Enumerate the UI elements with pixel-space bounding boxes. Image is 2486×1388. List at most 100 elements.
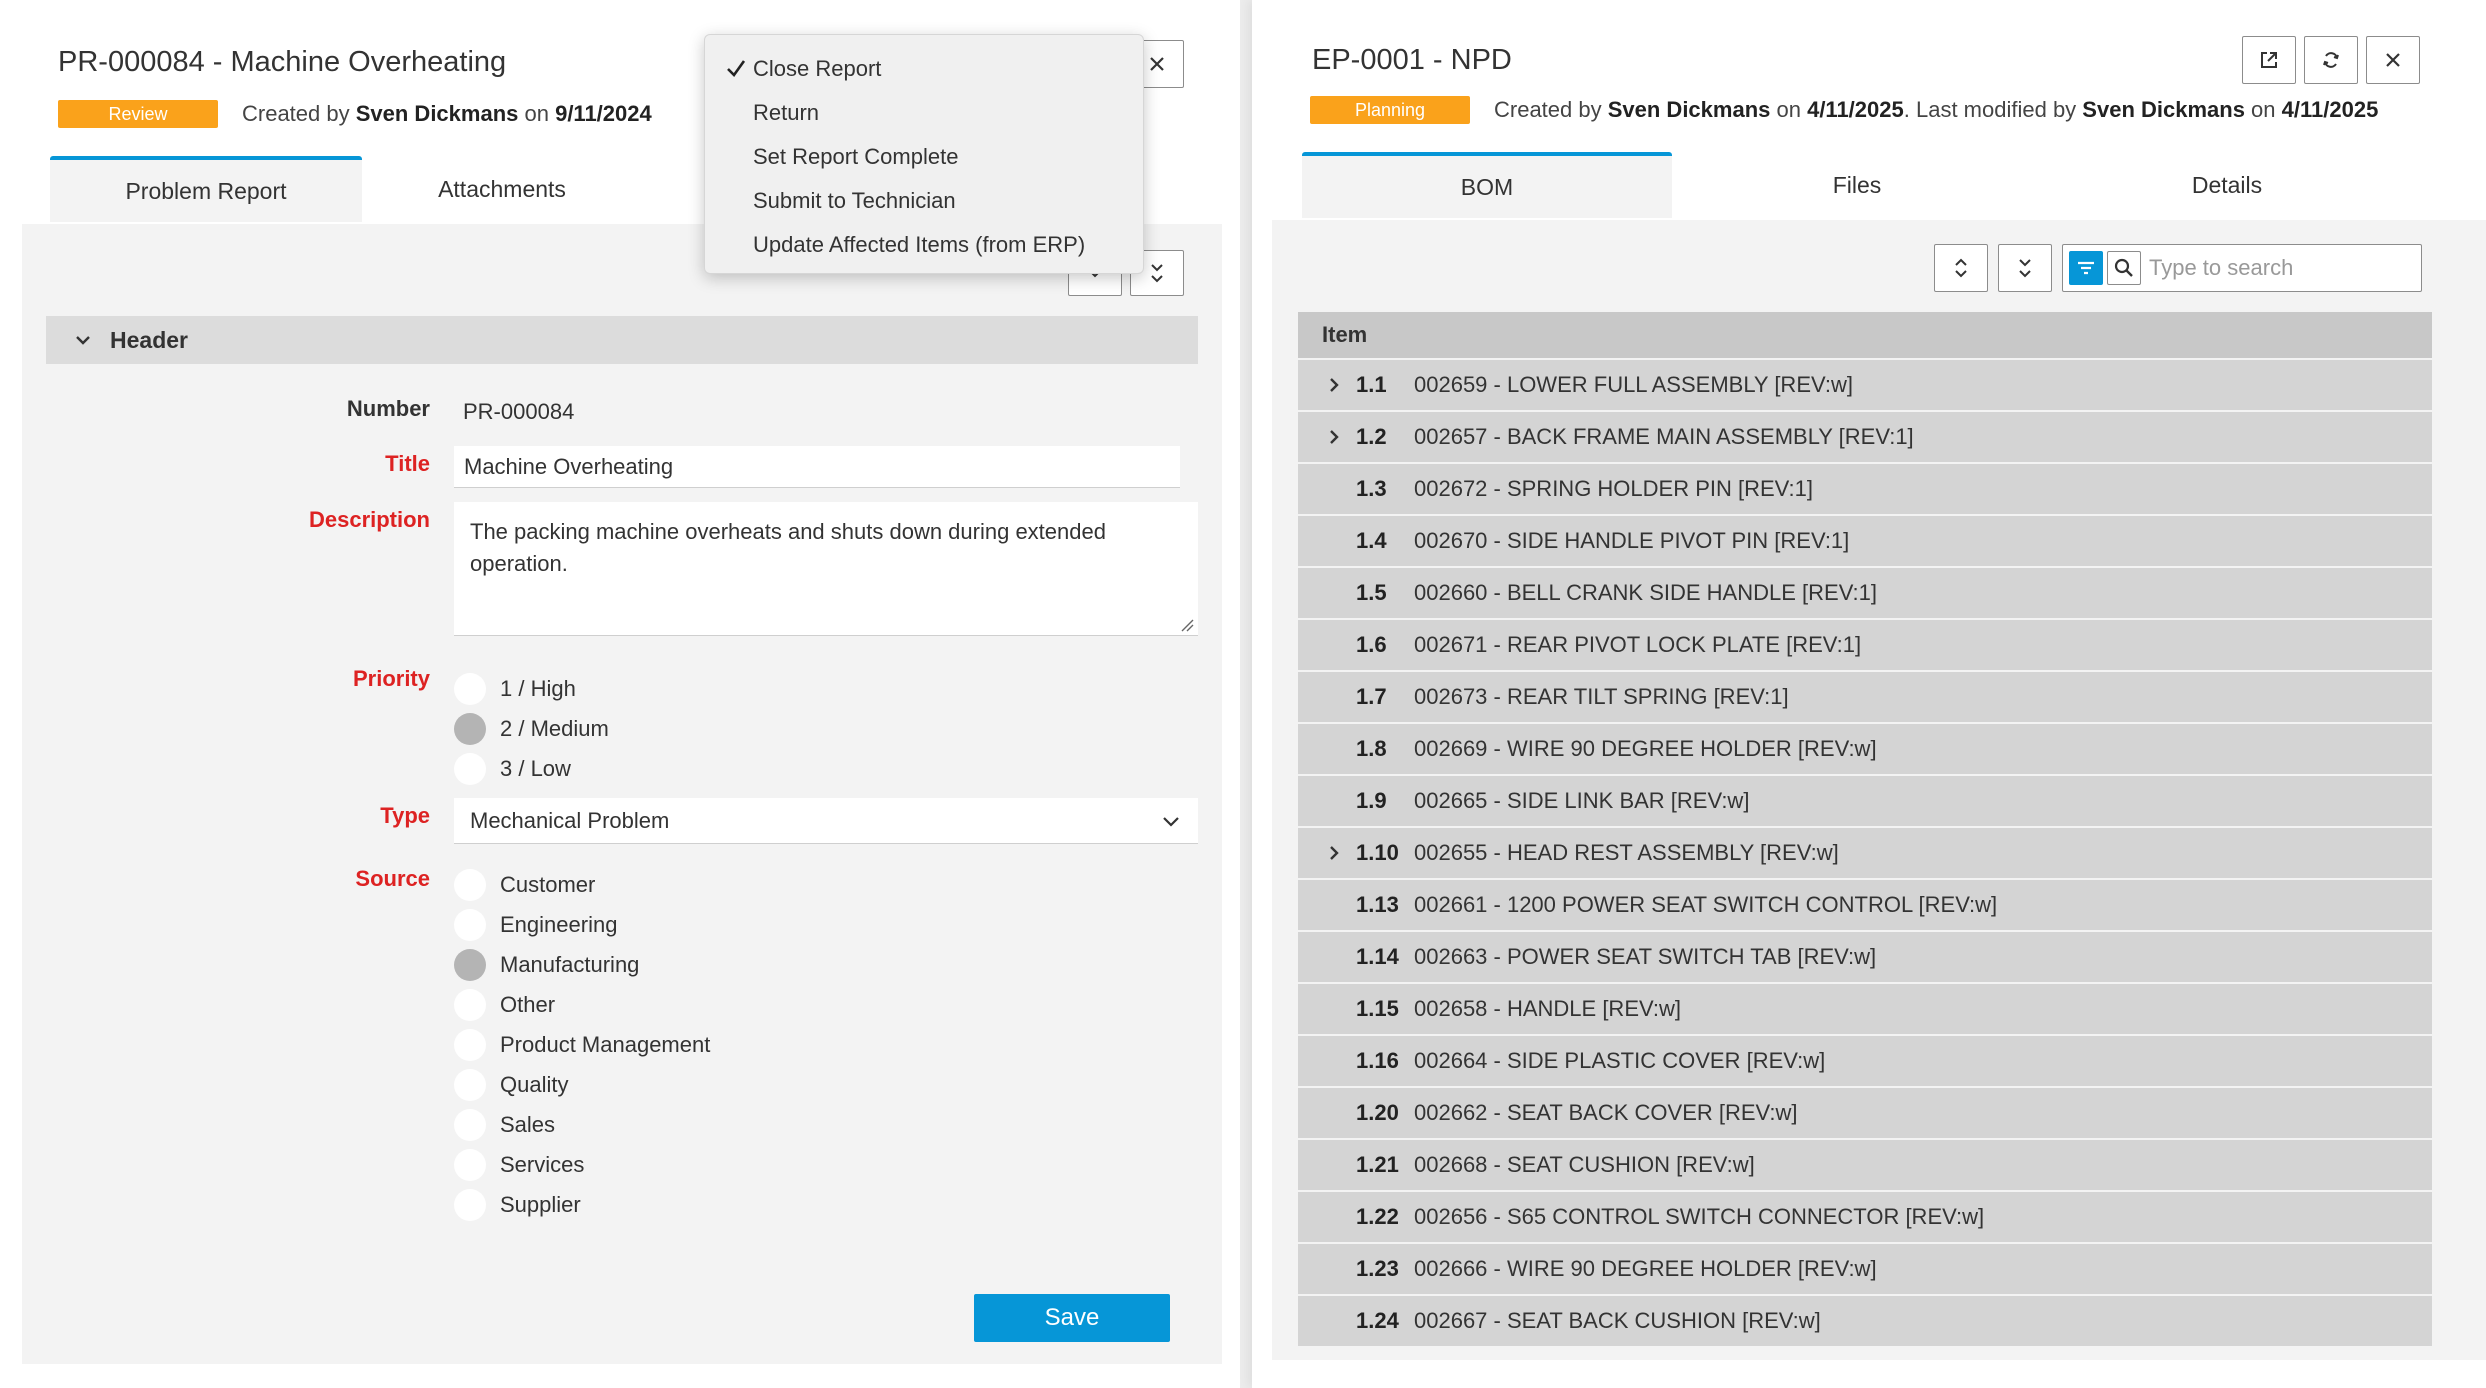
- source-option[interactable]: Supplier: [454, 1188, 581, 1222]
- collapse-all-button[interactable]: [1998, 244, 2052, 292]
- expand-all-button[interactable]: [1934, 244, 1988, 292]
- radio-button[interactable]: [454, 673, 486, 705]
- item-number: 1.8: [1356, 736, 1387, 761]
- table-row[interactable]: 1.10 002655 - HEAD REST ASSEMBLY [REV:w]: [1298, 828, 2432, 878]
- source-option[interactable]: Quality: [454, 1068, 568, 1102]
- page-title: EP-0001 - NPD: [1312, 44, 1512, 76]
- radio-button[interactable]: [454, 909, 486, 941]
- table-row[interactable]: 1.8 002669 - WIRE 90 DEGREE HOLDER [REV:w…: [1298, 724, 2432, 774]
- table-row[interactable]: 1.4 002670 - SIDE HANDLE PIVOT PIN [REV:1…: [1298, 516, 2432, 566]
- filter-button[interactable]: [2069, 251, 2103, 285]
- description-field[interactable]: The packing machine overheats and shuts …: [454, 502, 1198, 636]
- tab-attachments[interactable]: Attachments: [362, 156, 642, 222]
- source-option[interactable]: Product Management: [454, 1028, 710, 1062]
- radio-button[interactable]: [454, 1189, 486, 1221]
- item-description: 002672 - SPRING HOLDER PIN [REV:1]: [1414, 476, 1813, 501]
- table-row[interactable]: 1.1 002659 - LOWER FULL ASSEMBLY [REV:w]: [1298, 360, 2432, 410]
- table-row[interactable]: 1.24 002667 - SEAT BACK CUSHION [REV:w]: [1298, 1296, 2432, 1346]
- item-description: 002667 - SEAT BACK CUSHION [REV:w]: [1414, 1308, 1821, 1333]
- save-button[interactable]: Save: [974, 1294, 1170, 1342]
- expand-all-icon: [1955, 258, 1967, 278]
- refresh-icon: [2323, 52, 2339, 68]
- search-input[interactable]: [2149, 251, 2413, 285]
- menu-item[interactable]: Return: [753, 93, 819, 133]
- item-description: 002670 - SIDE HANDLE PIVOT PIN [REV:1]: [1414, 528, 1850, 553]
- table-row[interactable]: 1.5 002660 - BELL CRANK SIDE HANDLE [REV:…: [1298, 568, 2432, 618]
- table-row[interactable]: 1.21 002668 - SEAT CUSHION [REV:w]: [1298, 1140, 2432, 1190]
- menu-item[interactable]: Close Report: [753, 49, 881, 89]
- priority-label: Priority: [352, 666, 430, 691]
- chevron-right-icon[interactable]: [1324, 375, 1344, 395]
- tab-details[interactable]: Details: [2042, 152, 2412, 218]
- radio-button[interactable]: [454, 1149, 486, 1181]
- number-value: PR-000084: [463, 399, 575, 424]
- priority-option[interactable]: 2 / Medium: [454, 712, 609, 746]
- type-label: Type: [380, 803, 430, 828]
- item-number: 1.14: [1356, 944, 1399, 969]
- item-number: 1.3: [1356, 476, 1387, 501]
- item-description: 002669 - WIRE 90 DEGREE HOLDER [REV:w]: [1414, 736, 1877, 761]
- resize-grip-icon[interactable]: [1180, 618, 1194, 632]
- menu-item[interactable]: Set Report Complete: [753, 137, 958, 177]
- tab-problem-report[interactable]: Problem Report: [50, 156, 362, 222]
- radio-button[interactable]: [454, 869, 486, 901]
- table-row[interactable]: 1.16 002664 - SIDE PLASTIC COVER [REV:w]: [1298, 1036, 2432, 1086]
- created-prefix: Created by: [1494, 97, 1608, 122]
- table-row[interactable]: 1.14 002663 - POWER SEAT SWITCH TAB [REV:…: [1298, 932, 2432, 982]
- radio-button[interactable]: [454, 989, 486, 1021]
- chevron-down-icon: [1163, 816, 1179, 827]
- source-option[interactable]: Services: [454, 1148, 584, 1182]
- source-option[interactable]: Sales: [454, 1108, 555, 1142]
- form-body: [22, 224, 1222, 1364]
- radio-button[interactable]: [454, 1069, 486, 1101]
- radio-button[interactable]: [454, 1109, 486, 1141]
- item-number: 1.23: [1356, 1256, 1399, 1281]
- chevron-right-icon[interactable]: [1324, 843, 1344, 863]
- open-external-button[interactable]: [2242, 36, 2296, 84]
- source-option[interactable]: Other: [454, 988, 555, 1022]
- open-external-icon: [2261, 52, 2277, 68]
- table-row[interactable]: 1.20 002662 - SEAT BACK COVER [REV:w]: [1298, 1088, 2432, 1138]
- source-option[interactable]: Engineering: [454, 908, 617, 942]
- radio-label: Manufacturing: [500, 952, 640, 977]
- panel-divider[interactable]: [1240, 0, 1252, 1388]
- tab-bom[interactable]: BOM: [1302, 152, 1672, 218]
- menu-item[interactable]: Submit to Technician: [753, 181, 956, 221]
- item-description: 002671 - REAR PIVOT LOCK PLATE [REV:1]: [1414, 632, 1862, 657]
- item-description: 002665 - SIDE LINK BAR [REV:w]: [1414, 788, 1750, 813]
- table-row[interactable]: 1.9 002665 - SIDE LINK BAR [REV:w]: [1298, 776, 2432, 826]
- created-prefix: Created by: [242, 101, 356, 126]
- table-row[interactable]: 1.22 002656 - S65 CONTROL SWITCH CONNECTO…: [1298, 1192, 2432, 1242]
- search-button[interactable]: [2107, 251, 2141, 285]
- close-button[interactable]: [2366, 36, 2420, 84]
- tab-files[interactable]: Files: [1672, 152, 2042, 218]
- menu-item[interactable]: Update Affected Items (from ERP): [753, 225, 1085, 265]
- modified-date: 4/11/2025: [2281, 97, 2379, 122]
- radio-button[interactable]: [454, 949, 486, 981]
- check-icon: [727, 60, 746, 78]
- source-option[interactable]: Customer: [454, 868, 595, 902]
- source-option[interactable]: Manufacturing: [454, 948, 639, 982]
- chevron-right-icon[interactable]: [1324, 427, 1344, 447]
- table-row[interactable]: 1.23 002666 - WIRE 90 DEGREE HOLDER [REV:…: [1298, 1244, 2432, 1294]
- priority-option[interactable]: 1 / High: [454, 672, 576, 706]
- table-row[interactable]: 1.6 002671 - REAR PIVOT LOCK PLATE [REV:1…: [1298, 620, 2432, 670]
- type-select[interactable]: Mechanical Problem: [454, 798, 1198, 844]
- status-badge: Review: [58, 100, 218, 128]
- radio-button[interactable]: [454, 753, 486, 785]
- table-row[interactable]: 1.3 002672 - SPRING HOLDER PIN [REV:1]: [1298, 464, 2432, 514]
- section-header[interactable]: Header: [46, 316, 1198, 364]
- priority-option[interactable]: 3 / Low: [454, 752, 571, 786]
- item-description: 002660 - BELL CRANK SIDE HANDLE [REV:1]: [1414, 580, 1878, 605]
- item-description: 002662 - SEAT BACK COVER [REV:w]: [1414, 1100, 1798, 1125]
- search-box: [2062, 244, 2422, 292]
- radio-button[interactable]: [454, 1029, 486, 1061]
- table-row[interactable]: 1.13 002661 - 1200 POWER SEAT SWITCH CONT…: [1298, 880, 2432, 930]
- created-by: Sven Dickmans: [1607, 97, 1771, 122]
- refresh-button[interactable]: [2304, 36, 2358, 84]
- table-row[interactable]: 1.15 002658 - HANDLE [REV:w]: [1298, 984, 2432, 1034]
- title-field[interactable]: [454, 446, 1180, 488]
- radio-button[interactable]: [454, 713, 486, 745]
- table-row[interactable]: 1.2 002657 - BACK FRAME MAIN ASSEMBLY [RE…: [1298, 412, 2432, 462]
- table-row[interactable]: 1.7 002673 - REAR TILT SPRING [REV:1]: [1298, 672, 2432, 722]
